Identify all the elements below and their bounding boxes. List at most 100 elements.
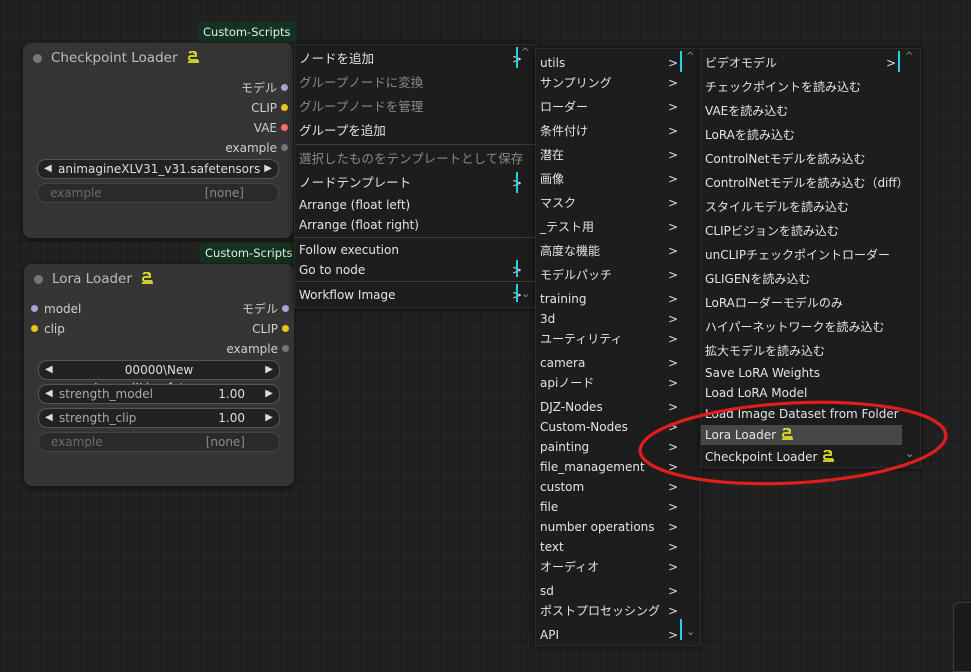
menu-item-add-group[interactable]: グループを追加	[295, 121, 536, 141]
category-item[interactable]: sd >	[536, 581, 700, 601]
example-widget[interactable]: example [none]	[38, 432, 280, 452]
category-item[interactable]: training >	[536, 289, 700, 309]
category-item[interactable]: 潜在 >	[536, 145, 700, 165]
loader-item[interactable]: Checkpoint Loader	[701, 447, 902, 467]
loader-item[interactable]: LoRAを読み込む	[701, 125, 902, 145]
increment-arrow-icon[interactable]: ▶	[265, 409, 273, 427]
loader-item[interactable]: GLIGENを読み込む	[701, 269, 902, 289]
loader-item[interactable]: ハイパーネットワークを読み込む	[701, 317, 902, 337]
scroll-up-icon[interactable]: ^	[686, 51, 694, 62]
category-item[interactable]: text >	[536, 537, 700, 557]
category-item[interactable]: ユーティリティ >	[536, 329, 700, 349]
output-pin-model[interactable]	[281, 84, 288, 91]
category-item[interactable]: Custom-Nodes >	[536, 417, 700, 437]
checkpoint-loader-node[interactable]: Checkpoint Loader モデル CLIP VAE example ◀…	[23, 43, 293, 238]
input-pin-model[interactable]	[31, 305, 38, 312]
loader-item[interactable]: ビデオモデル >	[701, 53, 902, 73]
collapse-dot-icon[interactable]	[33, 54, 42, 63]
category-item[interactable]: モデルパッチ >	[536, 265, 700, 285]
menu-item-follow-execution[interactable]: Follow execution	[295, 240, 536, 260]
output-pin-vae[interactable]	[281, 124, 288, 131]
menu-item-arrange-left[interactable]: Arrange (float left)	[295, 195, 536, 215]
increment-arrow-icon[interactable]: ▶	[265, 385, 273, 403]
decrement-arrow-icon[interactable]: ◀	[45, 385, 53, 403]
category-item[interactable]: apiノード >	[536, 373, 700, 393]
loader-item[interactable]: Save LoRA Weights	[701, 363, 902, 383]
loader-item[interactable]: Lora Loader	[701, 425, 902, 445]
category-item[interactable]: 高度な機能 >	[536, 241, 700, 261]
category-item[interactable]: 画像 >	[536, 169, 700, 189]
category-label: Custom-Nodes	[540, 420, 628, 434]
loader-item[interactable]: スタイルモデルを読み込む	[701, 197, 902, 217]
menu-item-label: Arrange (float left)	[299, 198, 411, 212]
output-pin-clip[interactable]	[281, 104, 288, 111]
output-pin-example[interactable]	[281, 144, 288, 151]
scroll-down-icon[interactable]: ⌄	[521, 287, 530, 300]
category-item[interactable]: camera >	[536, 353, 700, 373]
menu-item-node-templates[interactable]: ノードテンプレート>	[295, 173, 536, 193]
category-submenu: utils > サンプリング > ローダー > 条件付け > 潜在 > 画像 > マスク > _テスト用 > 高…	[535, 48, 701, 646]
menu-item-save-template[interactable]: 選択したものをテンプレートとして保存	[295, 149, 536, 169]
loader-item[interactable]: CLIPビジョンを読み込む	[701, 221, 902, 241]
scroll-down-icon[interactable]: ⌄	[905, 447, 914, 460]
category-item[interactable]: DJZ-Nodes >	[536, 397, 700, 417]
output-pin-model[interactable]	[282, 305, 289, 312]
loader-item[interactable]: Load Image Dataset from Folder	[701, 404, 902, 424]
category-item[interactable]: 条件付け >	[536, 121, 700, 141]
submenu-arrow-icon: >	[667, 312, 678, 326]
input-pin-clip[interactable]	[31, 325, 38, 332]
collapse-dot-icon[interactable]	[34, 275, 43, 284]
loader-item[interactable]: 拡大モデルを読み込む	[701, 341, 902, 361]
loader-item[interactable]: VAEを読み込む	[701, 101, 902, 121]
category-item[interactable]: オーディオ >	[536, 557, 700, 577]
category-item[interactable]: number operations >	[536, 517, 700, 537]
lora-loader-node[interactable]: Lora Loader model clip モデル CLIP example …	[24, 264, 294, 486]
lora-name-combo[interactable]: ◀ 00000\New Jersey(IL).safetensors ▶	[38, 360, 280, 395]
loader-item[interactable]: unCLIPチェックポイントローダー	[701, 245, 902, 265]
category-item[interactable]: utils >	[536, 53, 700, 73]
strength-model-widget[interactable]: ◀ strength_model 1.00 ▶	[38, 384, 280, 404]
category-item[interactable]: painting >	[536, 437, 700, 457]
menu-item-workflow-image[interactable]: Workflow Image>	[295, 285, 536, 305]
loader-item[interactable]: ControlNetモデルを読み込む（diff）	[701, 173, 909, 193]
menu-item-add-node[interactable]: ノードを追加>	[295, 49, 536, 69]
decrement-arrow-icon[interactable]: ◀	[45, 409, 53, 427]
menu-item-label: 選択したものをテンプレートとして保存	[299, 151, 524, 166]
scroll-down-icon[interactable]: ⌄	[686, 625, 695, 638]
output-pin-example[interactable]	[282, 345, 289, 352]
menu-item-arrange-right[interactable]: Arrange (float right)	[295, 215, 536, 235]
category-item[interactable]: ポストプロセッシング >	[536, 601, 700, 621]
menu-item-convert-group-node[interactable]: グループノードに変換	[295, 73, 536, 93]
increment-arrow-icon[interactable]: ▶	[265, 361, 273, 379]
menu-item-go-to-node[interactable]: Go to node>	[295, 260, 536, 280]
category-item[interactable]: _テスト用 >	[536, 217, 700, 237]
category-label: マスク	[540, 196, 577, 210]
decrement-arrow-icon[interactable]: ◀	[45, 361, 53, 379]
category-item[interactable]: custom >	[536, 477, 700, 497]
ckpt-name-combo[interactable]: ◀ animagineXLV31_v31.safetensors ▶	[37, 159, 279, 179]
increment-arrow-icon[interactable]: ▶	[264, 160, 272, 178]
scroll-up-icon[interactable]: ^	[905, 51, 913, 62]
loader-item-label: チェックポイントを読み込む	[705, 80, 862, 94]
category-item[interactable]: file >	[536, 497, 700, 517]
scroll-up-icon[interactable]: ^	[521, 47, 529, 58]
output-pin-clip[interactable]	[282, 325, 289, 332]
category-item[interactable]: マスク >	[536, 193, 700, 213]
loader-item[interactable]: ControlNetモデルを読み込む	[701, 149, 902, 169]
node-title[interactable]: Lora Loader	[24, 264, 294, 294]
loader-item-label: Lora Loader	[705, 428, 777, 442]
category-item[interactable]: file_management >	[536, 457, 700, 477]
submenu-indicator	[680, 51, 682, 72]
loader-item[interactable]: LoRAローダーモデルのみ	[701, 293, 902, 313]
example-widget[interactable]: example [none]	[37, 183, 279, 203]
node-title[interactable]: Checkpoint Loader	[23, 43, 293, 73]
category-item[interactable]: サンプリング >	[536, 73, 700, 93]
decrement-arrow-icon[interactable]: ◀	[44, 160, 52, 178]
category-item[interactable]: ローダー >	[536, 97, 700, 117]
category-item[interactable]: 3d >	[536, 309, 700, 329]
loader-item[interactable]: Load LoRA Model	[701, 383, 902, 403]
strength-clip-widget[interactable]: ◀ strength_clip 1.00 ▶	[38, 408, 280, 428]
loader-item[interactable]: チェックポイントを読み込む	[701, 77, 902, 97]
menu-item-manage-group-nodes[interactable]: グループノードを管理	[295, 97, 536, 117]
category-item[interactable]: API >	[536, 625, 700, 645]
